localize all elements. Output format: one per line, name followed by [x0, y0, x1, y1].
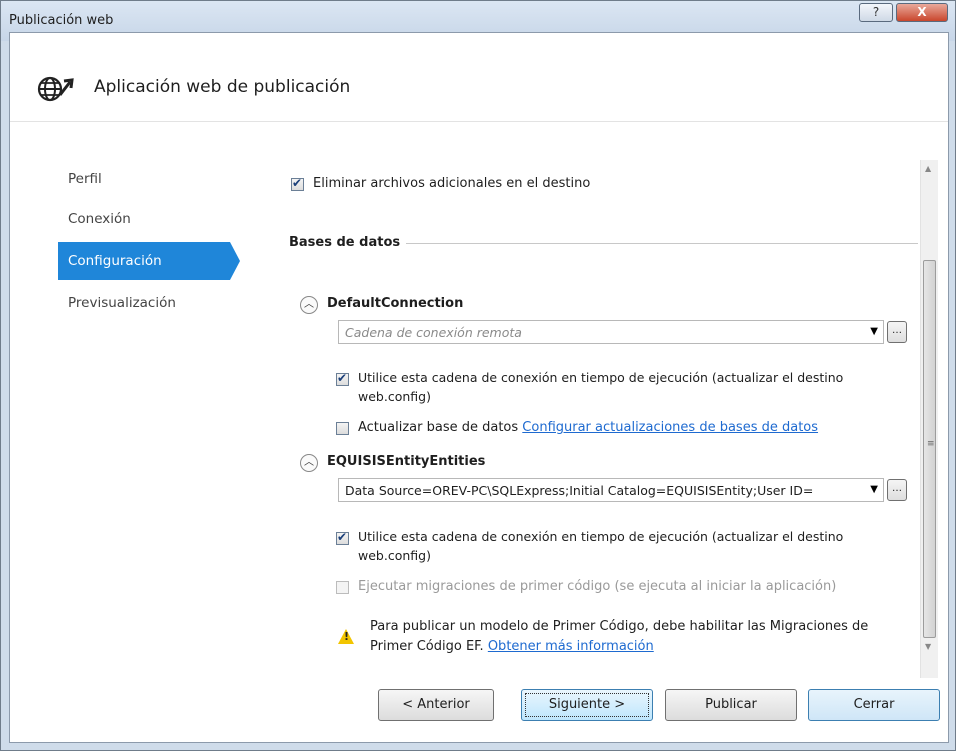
equisis-use-at-runtime-label: Utilice esta cadena de conexión en tiemp… [358, 529, 844, 544]
window-title: Publicación web [9, 13, 114, 28]
databases-heading: Bases de datos [289, 235, 401, 250]
equisis-use-at-runtime-label-2: web.config) [358, 548, 431, 563]
connection-name-default: DefaultConnection [327, 296, 464, 311]
connection-name-equisis: EQUISISEntityEntities [327, 454, 486, 469]
help-button[interactable]: ? [859, 3, 893, 22]
window-close-button[interactable]: X [896, 3, 948, 22]
dropdown-arrow-icon: ▼ [870, 326, 878, 337]
header-title: Aplicación web de publicación [94, 77, 351, 97]
migrations-warning-text-2: Primer Código EF. Obtener más informació… [370, 639, 654, 654]
collapse-equisis-button[interactable]: ︿ [300, 454, 318, 472]
nav-item-perfil[interactable]: Perfil [58, 160, 228, 198]
update-database-checkbox[interactable] [336, 422, 349, 435]
delete-extra-files-label: Eliminar archivos adicionales en el dest… [313, 176, 591, 191]
section-divider [406, 243, 918, 244]
chevron-up-icon: ︿ [304, 299, 314, 310]
default-connection-string-combo[interactable]: Cadena de conexión remota ▼ [338, 320, 884, 344]
publish-web-dialog: Publicación web ? X Aplicación web de pu… [0, 0, 956, 751]
collapse-defaultconnection-button[interactable]: ︿ [300, 296, 318, 314]
scroll-up-icon[interactable]: ▲ [925, 164, 931, 173]
default-use-at-runtime-label-2: web.config) [358, 389, 431, 404]
default-connection-browse-button[interactable]: … [887, 321, 907, 343]
update-database-label: Actualizar base de datos Configurar actu… [358, 420, 818, 435]
equisis-connection-browse-button[interactable]: … [887, 479, 907, 501]
nav-item-conexion[interactable]: Conexión [58, 200, 228, 238]
back-button[interactable]: < Anterior [378, 689, 494, 721]
default-use-at-runtime-checkbox[interactable] [336, 371, 349, 386]
scrollbar-grip-icon: ≡ [927, 439, 935, 449]
more-info-link[interactable]: Obtener más información [488, 639, 654, 654]
equisis-connection-string-combo[interactable]: Data Source=OREV-PC\SQLExpress;Initial C… [338, 478, 884, 502]
next-button[interactable]: Siguiente > [521, 689, 653, 721]
publish-button[interactable]: Publicar [665, 689, 797, 721]
scrollbar-thumb[interactable]: ≡ [923, 260, 936, 638]
warning-line2: Primer Código EF. [370, 639, 484, 654]
nav-active-arrow [230, 242, 240, 280]
configure-db-updates-link[interactable]: Configurar actualizaciones de bases de d… [522, 420, 818, 435]
connection-string-placeholder: Cadena de conexión remota [345, 325, 522, 340]
dropdown-arrow-icon: ▼ [870, 484, 878, 495]
close-button[interactable]: Cerrar [808, 689, 940, 721]
dialog-content: Aplicación web de publicación Perfil Con… [9, 32, 949, 743]
delete-extra-files-checkbox[interactable] [291, 176, 304, 191]
run-migrations-checkbox[interactable] [336, 581, 349, 594]
equisis-connection-string-value: Data Source=OREV-PC\SQLExpress;Initial C… [345, 483, 814, 498]
focus-rect [525, 693, 649, 717]
globe-publish-icon [37, 76, 74, 102]
run-migrations-label: Ejecutar migraciones de primer código (s… [358, 579, 837, 594]
dialog-header: Aplicación web de publicación [10, 33, 948, 122]
default-use-at-runtime-label: Utilice esta cadena de conexión en tiemp… [358, 370, 844, 385]
update-database-text: Actualizar base de datos [358, 420, 519, 435]
migrations-warning-text: Para publicar un modelo de Primer Código… [370, 619, 869, 634]
equisis-use-at-runtime-checkbox[interactable] [336, 530, 349, 545]
chevron-up-icon: ︿ [304, 457, 314, 468]
nav-item-previsualizacion[interactable]: Previsualización [58, 284, 228, 322]
scroll-down-icon[interactable]: ▼ [925, 642, 931, 651]
vertical-scrollbar[interactable]: ▲ ≡ ▼ [920, 160, 938, 678]
nav-item-label: Configuración [68, 253, 162, 269]
warning-exclamation: ! [344, 630, 350, 643]
nav-item-configuracion[interactable]: Configuración [58, 242, 230, 280]
